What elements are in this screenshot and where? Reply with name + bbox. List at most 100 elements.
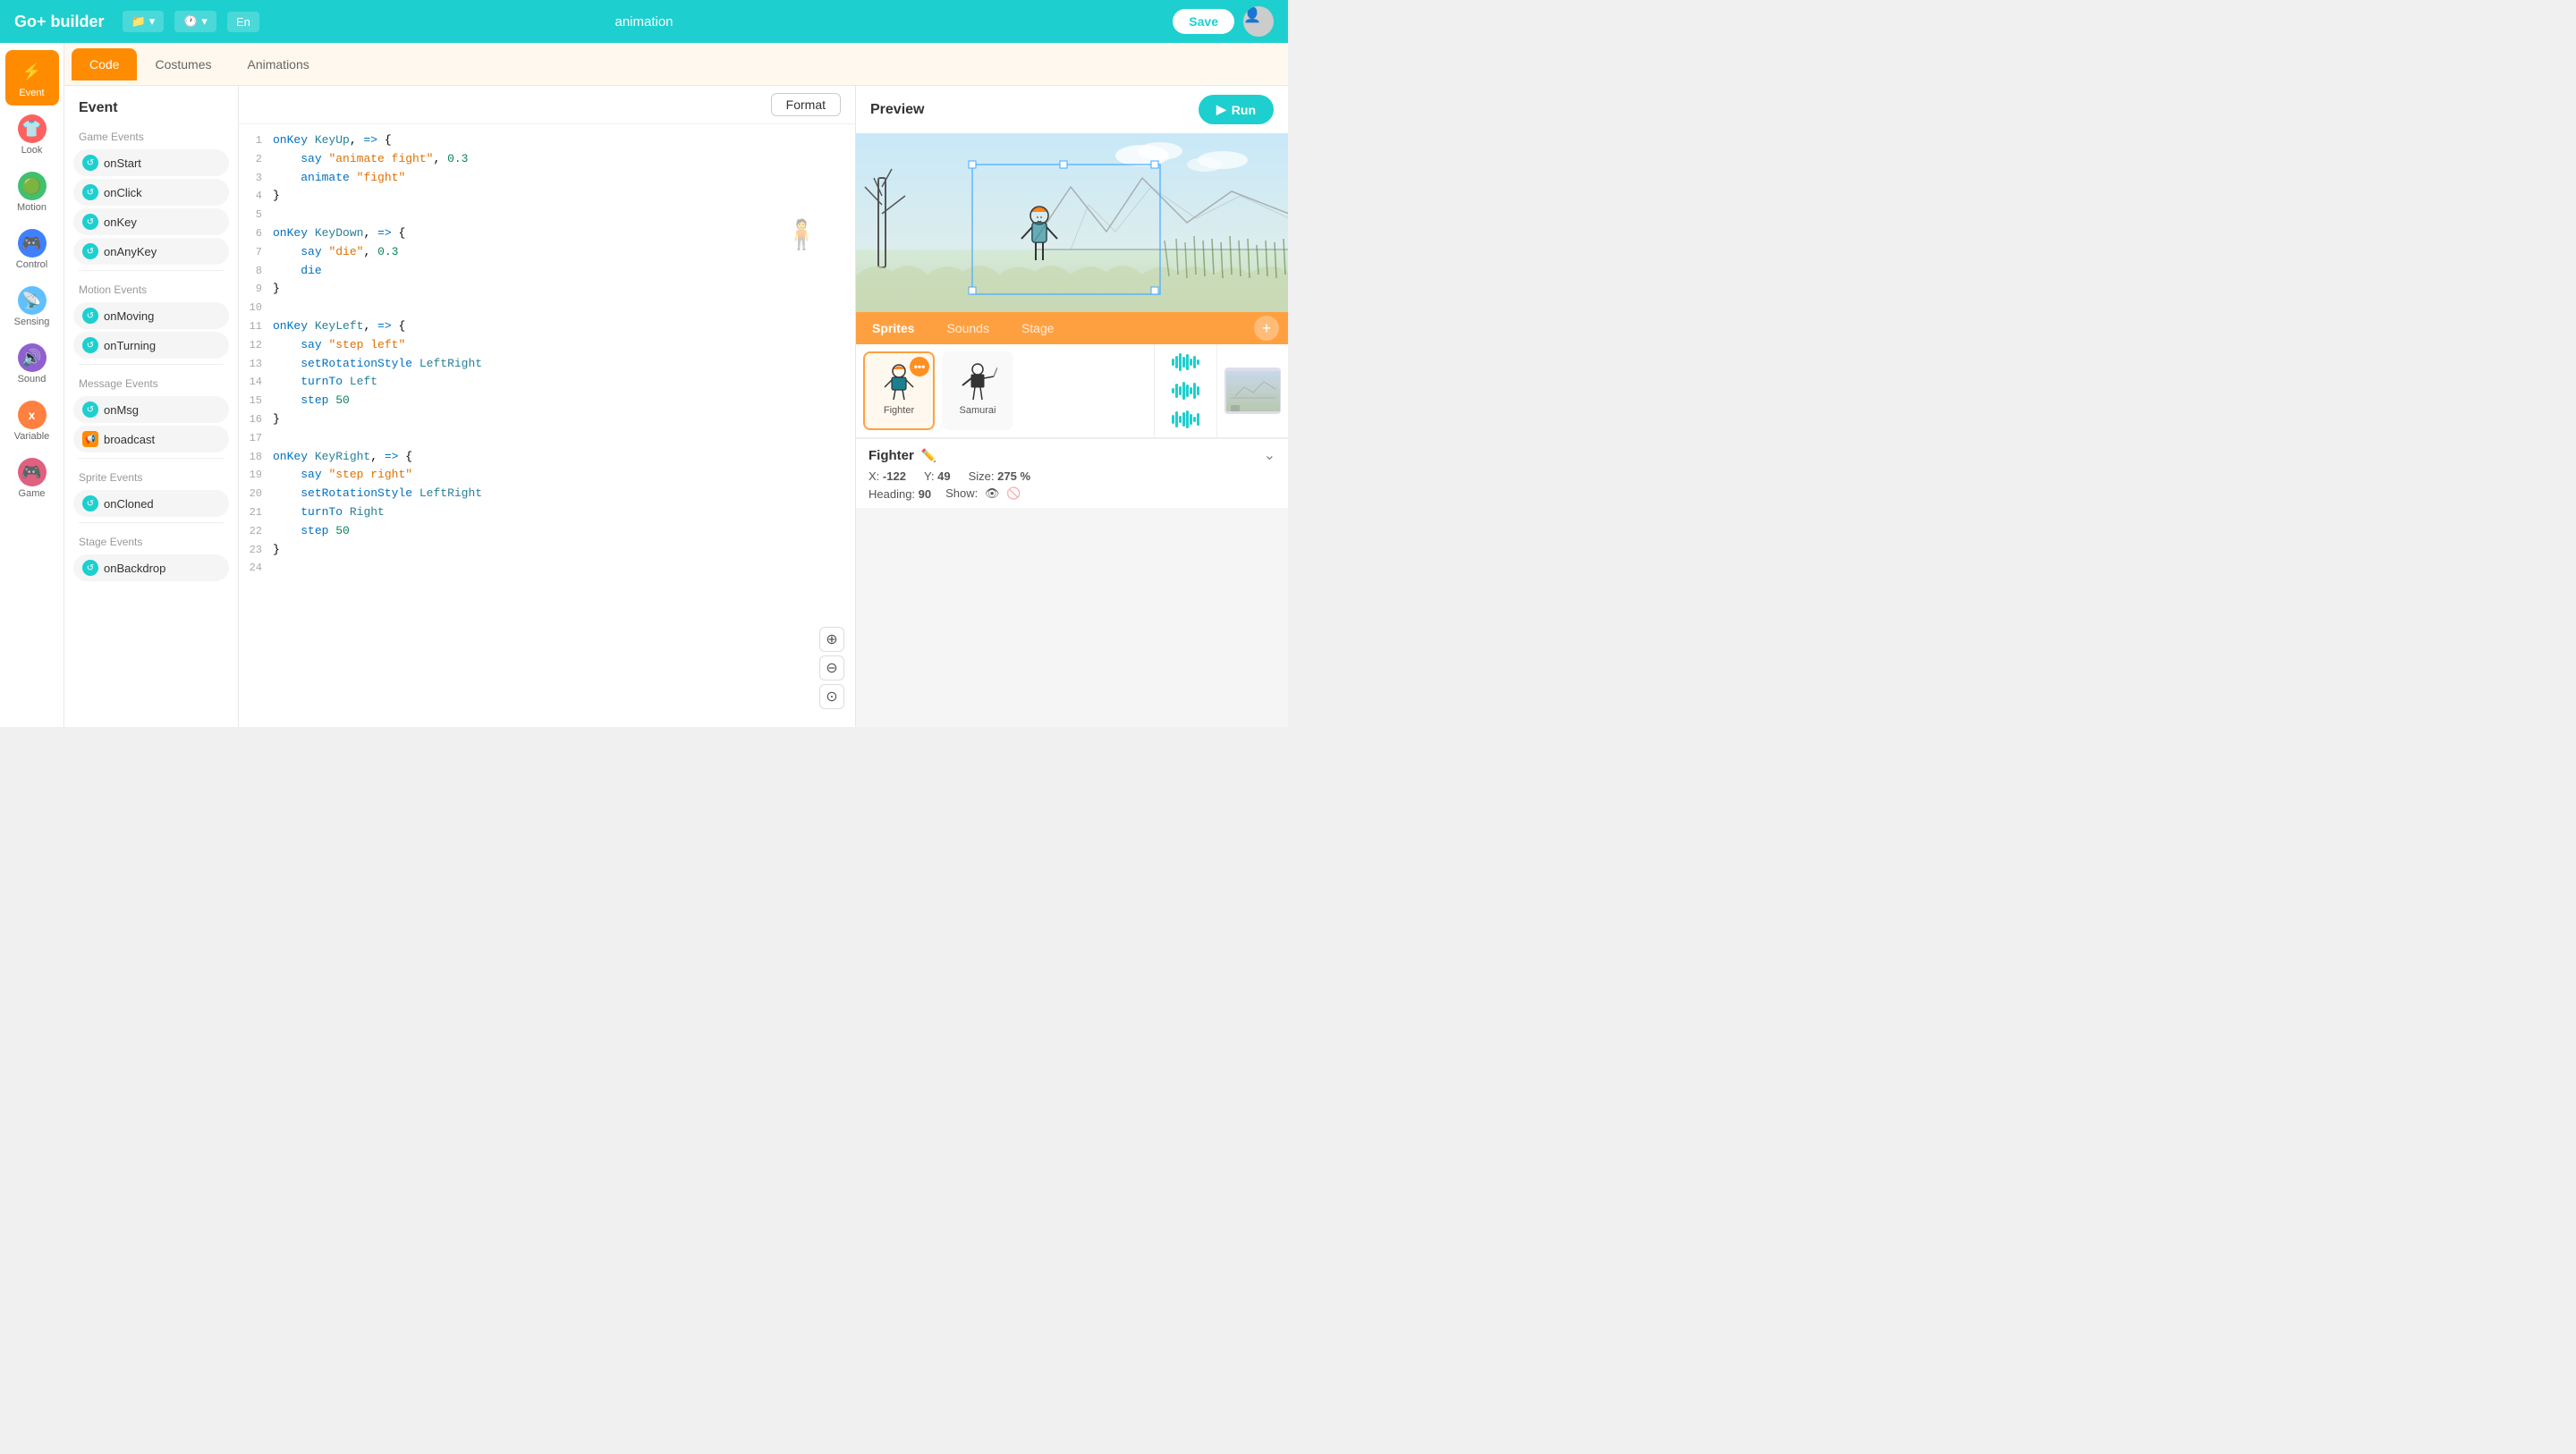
code-line-14: 14 turnTo Left [239,373,855,392]
tab-stage[interactable]: Stage [1005,312,1071,344]
event-btn-onmsg[interactable]: ↺ onMsg [73,396,229,423]
language-label: En [236,15,250,29]
sound-bar [1175,411,1178,427]
sidebar-item-game[interactable]: 🎮 Game [5,451,59,506]
sidebar-item-motion[interactable]: 🟢 Motion [5,165,59,220]
tab-bar: Code Costumes Animations [64,43,1288,86]
control-icon: 🎮 [18,229,47,258]
sidebar-item-sensing[interactable]: 📡 Sensing [5,279,59,334]
sidebar-label-sound: Sound [18,374,47,385]
code-line-15: 15 step 50 [239,392,855,410]
avatar[interactable]: 👤 [1243,6,1274,37]
sprite-menu-icon[interactable]: ••• [910,357,929,376]
sound-bar [1186,385,1189,397]
sprite-events-label: Sprite Events [64,464,238,487]
sound-bar [1179,386,1182,395]
file-chevron-icon: ▾ [149,14,156,29]
message-events-label: Message Events [64,370,238,393]
sprite-show-label: Show: 👁 🚫 [945,486,1021,501]
save-button[interactable]: Save [1173,9,1234,34]
code-editor[interactable]: 1 onKey KeyUp, => { 2 say "animate fight… [239,124,855,727]
sprite-info-panel: Fighter ✏️ ⌄ X: -122 Y: 49 [856,438,1288,508]
topbar: Go+ builder 📁 ▾ 🕐 ▾ En animation Save 👤 [0,0,1288,43]
event-btn-onclick[interactable]: ↺ onClick [73,179,229,206]
sprite-y-label: Y: 49 [924,469,951,483]
content-area: Event Game Events ↺ onStart ↺ onClick ↺ … [64,86,1288,727]
language-button[interactable]: En [227,12,259,32]
zoom-out-button[interactable]: ⊖ [819,655,844,681]
code-line-16: 16 } [239,410,855,429]
sound-bar [1182,357,1185,368]
event-btn-onbackdrop[interactable]: ↺ onBackdrop [73,554,229,581]
tab-sounds[interactable]: Sounds [930,312,1004,344]
event-btn-oncloned[interactable]: ↺ onCloned [73,490,229,517]
code-toolbar: Format [239,86,855,124]
tab-code[interactable]: Code [72,48,137,80]
event-btn-onmoving[interactable]: ↺ onMoving [73,302,229,329]
event-btn-onanykey[interactable]: ↺ onAnyKey [73,238,229,265]
tab-animations[interactable]: Animations [230,48,327,80]
look-icon: 👕 [18,114,47,143]
events-panel-title: Event [64,93,238,123]
onanykey-icon: ↺ [82,243,98,259]
divider-1 [79,270,224,271]
format-button[interactable]: Format [771,93,841,116]
sprite-collapse-icon[interactable]: ⌄ [1264,446,1275,464]
file-menu-button[interactable]: 📁 ▾ [123,11,165,32]
sound-bar [1197,413,1199,426]
sprite-card-fighter[interactable]: ••• [863,351,935,430]
sidebar-item-event[interactable]: ⚡ Event [5,50,59,106]
code-line-2: 2 say "animate fight", 0.3 [239,150,855,169]
sound-icon-sidebar: 🔊 [18,343,47,372]
onmsg-icon: ↺ [82,402,98,418]
zoom-reset-button[interactable]: ⊙ [819,684,844,709]
tab-costumes[interactable]: Costumes [137,48,229,80]
onclick-icon: ↺ [82,184,98,200]
tab-sprites[interactable]: Sprites [856,312,930,344]
show-visible-icon[interactable]: 👁 [985,486,1000,500]
preview-canvas[interactable] [856,133,1288,312]
sidebar-item-control[interactable]: 🎮 Control [5,222,59,277]
history-icon: 🕐 [183,14,198,29]
preview-header: Preview ▶ Run [856,86,1288,133]
event-btn-broadcast[interactable]: 📢 broadcast [73,426,229,452]
sound-bar [1172,388,1174,393]
sidebar-label-look: Look [21,145,43,156]
stage-thumbnail[interactable] [1224,368,1281,414]
run-button[interactable]: ▶ Run [1199,95,1274,124]
code-line-11: 11 onKey KeyLeft, => { [239,317,855,336]
code-line-8: 8 die [239,262,855,281]
code-line-21: 21 turnTo Right [239,503,855,522]
show-hidden-icon[interactable]: 🚫 [1006,486,1021,500]
sound-bar [1186,410,1189,428]
sound-bar [1179,416,1182,423]
selected-sprite-name: Fighter [869,448,914,463]
code-line-9: 9 } [239,280,855,299]
sprites-tabs-bar: Sprites Sounds Stage + [856,312,1288,344]
code-line-5: 5 [239,206,855,224]
sprite-heading-value: 90 [919,487,931,501]
sprite-card-samurai[interactable]: Samurai [942,351,1013,430]
event-btn-onturning[interactable]: ↺ onTurning [73,332,229,359]
sprite-info-row2: X: -122 Y: 49 Size: 275 % [869,469,1275,483]
history-menu-button[interactable]: 🕐 ▾ [174,11,216,32]
add-sprite-button[interactable]: + [1254,316,1279,341]
sidebar-item-sound[interactable]: 🔊 Sound [5,336,59,392]
sound-bar [1197,359,1199,365]
sound-wave-3 [1172,409,1199,430]
sound-bar [1175,356,1178,368]
event-btn-onstart[interactable]: ↺ onStart [73,149,229,176]
event-btn-onkey[interactable]: ↺ onKey [73,208,229,235]
main-layout: ⚡ Event 👕 Look 🟢 Motion 🎮 Control 📡 Sens… [0,43,1288,727]
preview-background [856,133,1288,312]
code-line-4: 4 } [239,187,855,206]
sprite-edit-icon[interactable]: ✏️ [921,448,936,463]
sidebar-item-variable[interactable]: x Variable [5,393,59,449]
motion-icon: 🟢 [18,172,47,200]
code-line-1: 1 onKey KeyUp, => { [239,131,855,150]
zoom-in-button[interactable]: ⊕ [819,627,844,652]
code-line-6: 6 onKey KeyDown, => { [239,224,855,243]
sidebar-item-look[interactable]: 👕 Look [5,107,59,163]
fighter-sprite-name: Fighter [884,405,914,416]
sprites-grid: ••• [856,344,1154,437]
